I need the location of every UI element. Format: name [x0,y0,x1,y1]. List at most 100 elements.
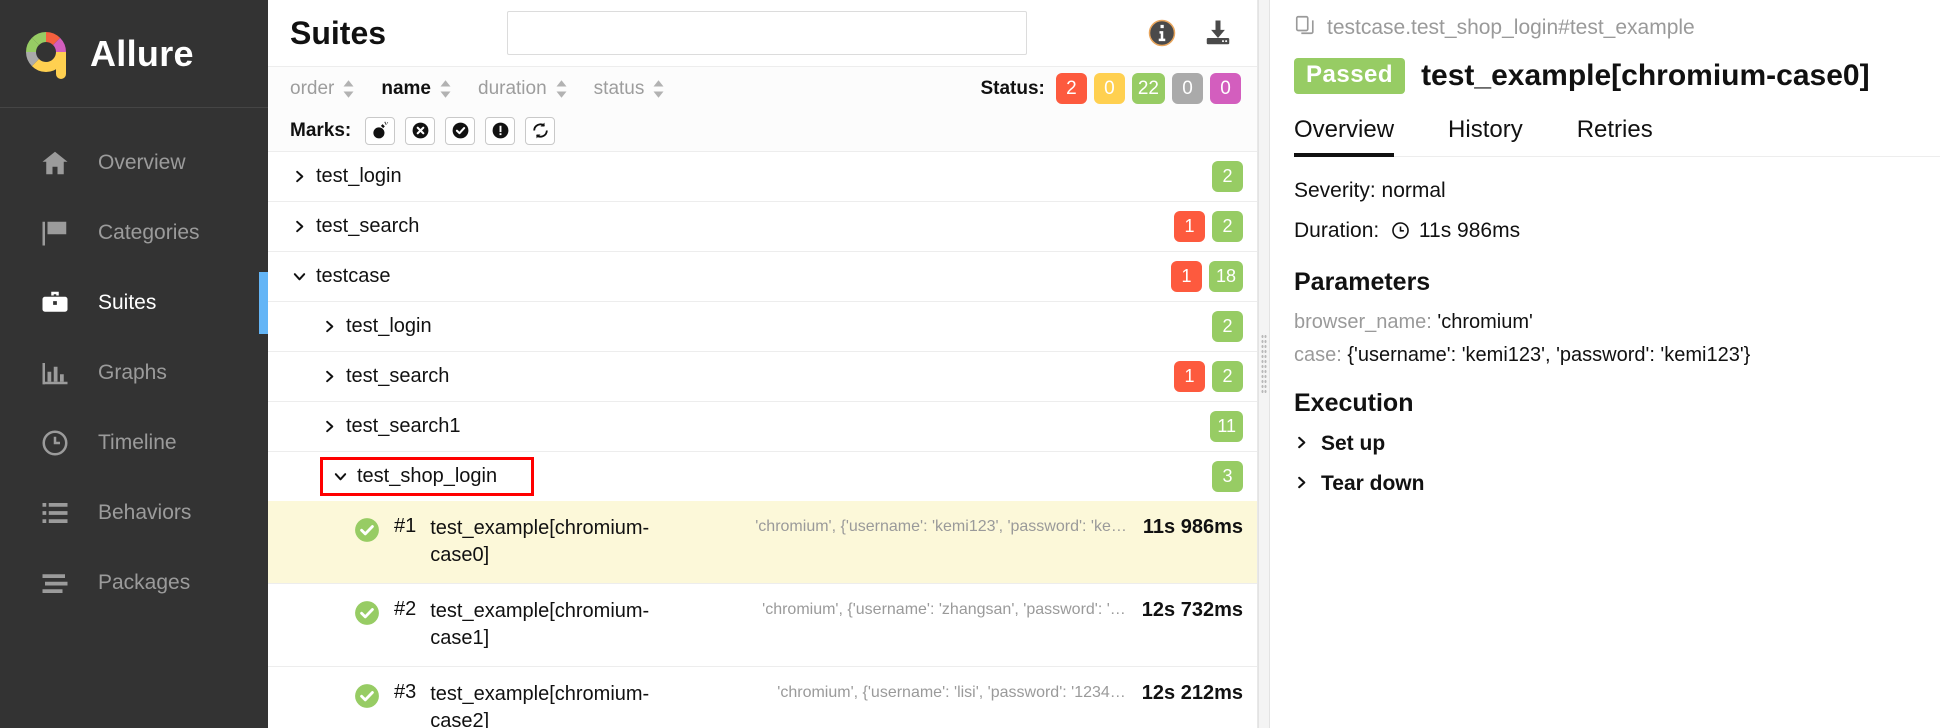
tree-row[interactable]: testcase 1 18 [268,252,1257,302]
tree-row-badges: 2 [1212,161,1243,192]
status-badge-skipped[interactable]: 0 [1172,73,1203,104]
check-circle-green-icon [354,517,380,543]
status-filter-group: Status: 2 0 22 0 0 [980,73,1257,104]
tree-row[interactable]: test_search 1 2 [268,352,1257,402]
sort-order[interactable]: order [290,78,377,100]
allure-report-app: Allure Overview Categories Suites [0,0,1940,728]
count-badge-passed: 11 [1210,411,1243,442]
list-icon [40,498,70,528]
sidebar-item-overview[interactable]: Overview [0,128,268,198]
execution-tear-down[interactable]: Tear down [1294,472,1940,496]
marks-bar: Marks: [268,110,1257,152]
suites-header: Suites [268,0,1257,67]
header-icons [1147,18,1239,48]
sidebar-item-label: Suites [98,291,156,315]
sort-name[interactable]: name [381,78,474,100]
sort-arrows-icon [439,79,452,99]
test-case-row[interactable]: #1 test_example[chromium-case0] 'chromiu… [268,501,1257,584]
count-badge-passed: 2 [1212,361,1243,392]
sort-status[interactable]: status [594,78,688,100]
tree-row[interactable]: test_search1 11 [268,402,1257,452]
sort-label: order [290,78,334,100]
sidebar-item-label: Categories [98,221,200,245]
briefcase-icon [40,288,70,318]
download-icon[interactable] [1203,18,1233,48]
tree-row-label: test_login [346,315,432,338]
test-case-parameters: 'chromium', {'username': 'kemi123', 'pas… [670,515,1127,536]
tree-row-label: test_search [316,215,419,238]
test-case-duration: 11s 986ms [1143,515,1243,539]
status-badge-unknown[interactable]: 0 [1210,73,1241,104]
selection-highlight-box: test_shop_login [320,457,534,496]
sort-label: name [381,78,431,100]
tab-retries[interactable]: Retries [1577,116,1681,156]
count-badge-passed: 2 [1212,161,1243,192]
execution-item-label: Tear down [1321,472,1424,496]
parameter-value: 'chromium' [1437,311,1532,333]
test-title-row: Passed test_example[chromium-case0] [1294,58,1940,94]
tree-row[interactable]: test_search 1 2 [268,202,1257,252]
sidebar-item-graphs[interactable]: Graphs [0,338,268,408]
tab-label: Overview [1294,116,1394,143]
detail-body: Severity: normal Duration: 11s 986ms Par… [1294,157,1940,496]
clock-icon [40,428,70,458]
suites-panel: Suites order name [268,0,1258,728]
test-case-duration: 12s 212ms [1142,681,1243,705]
sort-duration[interactable]: duration [478,78,590,100]
tab-history[interactable]: History [1448,116,1551,156]
sidebar-item-categories[interactable]: Categories [0,198,268,268]
test-case-parameters: 'chromium', {'username': 'zhangsan', 'pa… [670,598,1126,619]
tab-label: Retries [1577,116,1653,143]
count-badge-passed: 3 [1212,461,1243,492]
sidebar-item-timeline[interactable]: Timeline [0,408,268,478]
duration-label: Duration: [1294,219,1379,242]
test-case-row[interactable]: #3 test_example[chromium-case2] 'chromiu… [268,667,1257,728]
panel-splitter[interactable] [1258,0,1270,728]
tab-overview[interactable]: Overview [1294,116,1422,156]
chevron-right-icon [290,169,308,184]
count-badge-failed: 1 [1174,211,1205,242]
sort-arrows-icon [652,79,665,99]
breadcrumb[interactable]: testcase.test_shop_login#test_example [1294,0,1940,42]
sort-label: duration [478,78,547,100]
tree-row[interactable]: test_login 2 [268,152,1257,202]
parameter-row: browser_name: 'chromium' [1294,311,1940,334]
parameter-key: case [1294,344,1336,366]
test-case-row[interactable]: #2 test_example[chromium-case1] 'chromiu… [268,584,1257,667]
home-icon [40,148,70,178]
detail-tabs: Overview History Retries [1294,116,1940,157]
bar-chart-icon [40,358,70,388]
chevron-down-icon [331,469,349,484]
page-title: Suites [290,15,386,52]
status-badge: Passed [1294,58,1405,94]
test-case-number: #1 [394,515,416,538]
brand-name: Allure [90,33,194,75]
info-circle-icon[interactable] [1147,18,1177,48]
status-badge-passed[interactable]: 22 [1132,73,1165,104]
status-badge-broken[interactable]: 0 [1094,73,1125,104]
sidebar-item-label: Packages [98,571,190,595]
tree-row-test-shop-login[interactable]: test_shop_login 3 [268,452,1257,501]
bomb-icon[interactable] [365,117,395,145]
copy-icon[interactable] [1294,14,1316,42]
chevron-right-icon [320,369,338,384]
lines-icon [40,568,70,598]
tree-row[interactable]: test_login 2 [268,302,1257,352]
check-circle-icon[interactable] [445,117,475,145]
sidebar-item-packages[interactable]: Packages [0,548,268,618]
sidebar-item-behaviors[interactable]: Behaviors [0,478,268,548]
chevron-down-icon [290,269,308,284]
sidebar-item-suites[interactable]: Suites [0,268,268,338]
count-badge-passed: 2 [1212,311,1243,342]
retry-icon[interactable] [525,117,555,145]
splitter-grip-icon[interactable] [1261,334,1267,394]
status-badge-failed[interactable]: 2 [1056,73,1087,104]
marks-label: Marks: [290,120,351,142]
brand-header[interactable]: Allure [0,0,268,108]
execution-set-up[interactable]: Set up [1294,432,1940,456]
count-badge-failed: 1 [1171,261,1202,292]
sort-bar: order name duration status [268,67,1257,109]
search-input[interactable] [507,11,1027,55]
exclamation-circle-icon[interactable] [485,117,515,145]
x-circle-icon[interactable] [405,117,435,145]
